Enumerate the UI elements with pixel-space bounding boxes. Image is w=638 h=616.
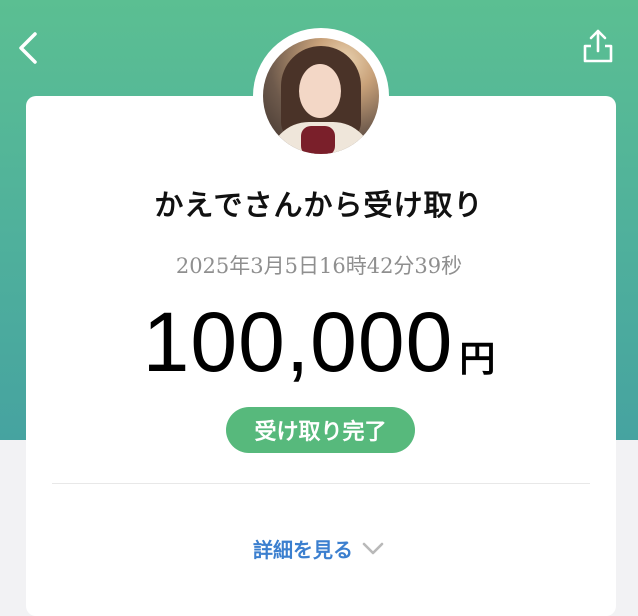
avatar[interactable] — [263, 38, 379, 154]
back-button[interactable] — [10, 28, 46, 68]
chevron-down-icon — [361, 541, 385, 557]
chevron-left-icon — [19, 32, 37, 64]
status-badge: 受け取り完了 — [226, 407, 415, 453]
avatar-frame — [253, 28, 389, 164]
divider — [52, 483, 590, 484]
currency-label: 円 — [459, 339, 496, 380]
share-icon — [583, 29, 613, 63]
amount-value: 100,000 — [142, 295, 454, 389]
share-button[interactable] — [580, 26, 616, 66]
amount-display: 100,000 円 — [0, 300, 638, 384]
transaction-datetime: 2025年3月5日16時42分39秒 — [175, 254, 463, 278]
view-details-button[interactable]: 詳細を見る — [0, 534, 638, 563]
transaction-title: かえでさんから受け取り — [154, 188, 484, 222]
view-details-label: 詳細を見る — [253, 538, 353, 562]
